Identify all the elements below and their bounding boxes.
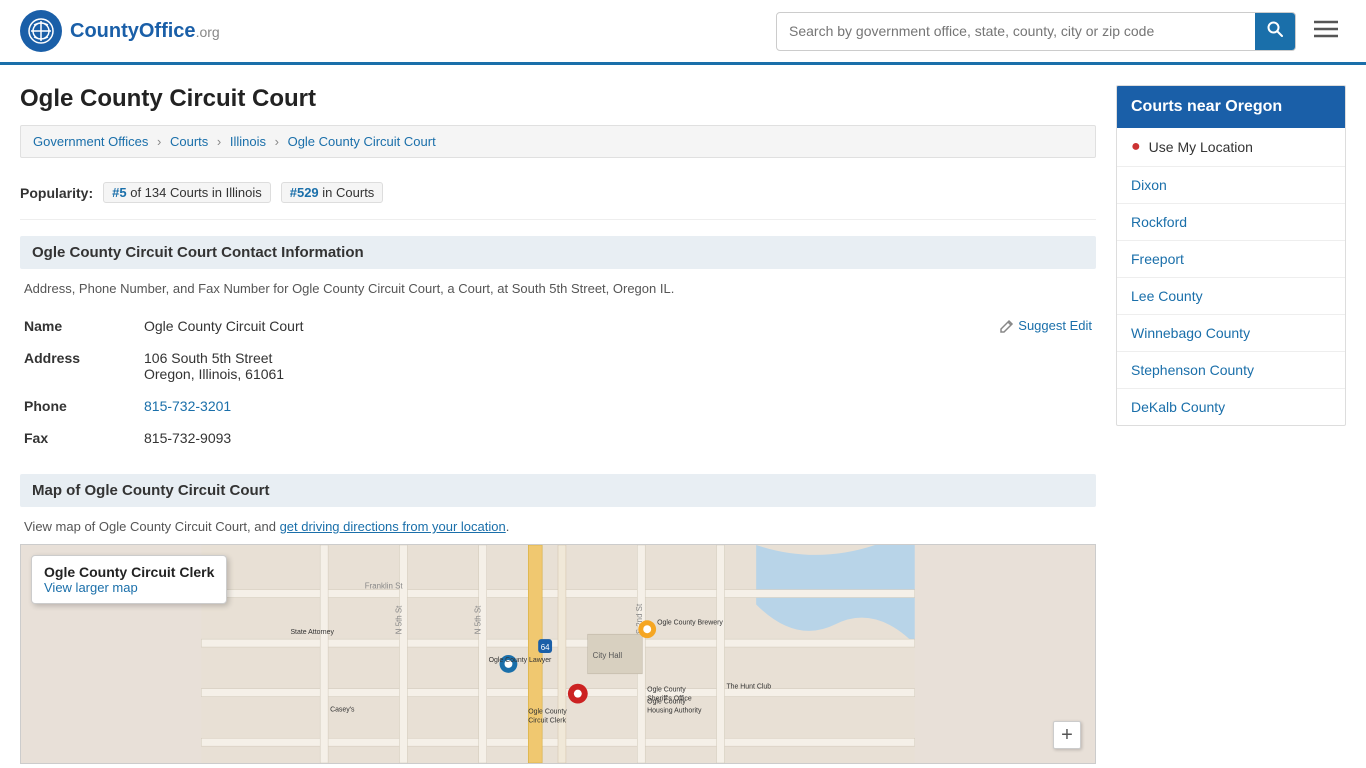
hamburger-menu-button[interactable] bbox=[1306, 14, 1346, 48]
list-item: Winnebago County bbox=[1117, 315, 1345, 352]
address-value: 106 South 5th Street Oregon, Illinois, 6… bbox=[140, 342, 1096, 390]
map-section-header: Map of Ogle County Circuit Court bbox=[20, 474, 1096, 507]
table-row: Phone 815-732-3201 bbox=[20, 390, 1096, 422]
map-description: View map of Ogle County Circuit Court, a… bbox=[20, 519, 1096, 534]
map-container: N 5th St N 5th St S 2nd St Franklin St C… bbox=[20, 544, 1096, 764]
list-item: Freeport bbox=[1117, 241, 1345, 278]
list-item: Stephenson County bbox=[1117, 352, 1345, 389]
breadcrumb-illinois[interactable]: Illinois bbox=[230, 134, 266, 149]
site-header: CountyOffice.org bbox=[0, 0, 1366, 65]
sidebar-item-lee-county[interactable]: Lee County bbox=[1117, 278, 1345, 314]
sidebar-item-stephenson-county[interactable]: Stephenson County bbox=[1117, 352, 1345, 388]
list-item: Lee County bbox=[1117, 278, 1345, 315]
sidebar-box: Courts near Oregon ● Use My Location Dix… bbox=[1116, 85, 1346, 426]
svg-text:Ogle County: Ogle County bbox=[528, 708, 567, 715]
svg-text:State Attorney: State Attorney bbox=[290, 629, 334, 636]
svg-text:Ogle County Lawyer: Ogle County Lawyer bbox=[489, 657, 552, 664]
fax-label: Fax bbox=[20, 422, 140, 454]
map-zoom-button[interactable]: + bbox=[1053, 721, 1081, 749]
sidebar-item-rockford[interactable]: Rockford bbox=[1117, 204, 1345, 240]
svg-text:Ogle County Brewery: Ogle County Brewery bbox=[657, 619, 723, 626]
svg-text:The Hunt Club: The Hunt Club bbox=[726, 684, 771, 691]
use-location-link[interactable]: ● Use My Location bbox=[1117, 128, 1345, 166]
map-tooltip-title: Ogle County Circuit Clerk bbox=[44, 564, 214, 580]
sidebar: Courts near Oregon ● Use My Location Dix… bbox=[1116, 85, 1346, 764]
fax-value: 815-732-9093 bbox=[140, 422, 1096, 454]
sidebar-title: Courts near Oregon bbox=[1117, 86, 1345, 128]
main-content: Ogle County Circuit Court Government Off… bbox=[20, 85, 1096, 764]
svg-text:Ogle County: Ogle County bbox=[647, 687, 686, 694]
phone-value: 815-732-3201 bbox=[140, 390, 1096, 422]
list-item: Rockford bbox=[1117, 204, 1345, 241]
contact-description: Address, Phone Number, and Fax Number fo… bbox=[20, 281, 1096, 296]
svg-text:64: 64 bbox=[541, 643, 550, 652]
popularity-rank1: #5 of 134 Courts in Illinois bbox=[103, 182, 271, 203]
name-label: Name bbox=[20, 310, 140, 342]
sidebar-item-dixon[interactable]: Dixon bbox=[1117, 167, 1345, 203]
contact-section-header: Ogle County Circuit Court Contact Inform… bbox=[20, 236, 1096, 269]
phone-label: Phone bbox=[20, 390, 140, 422]
table-row: Name Ogle County Circuit Court Suggest E… bbox=[20, 310, 1096, 342]
list-item: Dixon bbox=[1117, 167, 1345, 204]
map-tooltip: Ogle County Circuit Clerk View larger ma… bbox=[31, 555, 227, 604]
sidebar-list: ● Use My Location Dixon Rockford bbox=[1117, 128, 1345, 425]
table-row: Address 106 South 5th Street Oregon, Ill… bbox=[20, 342, 1096, 390]
sidebar-item-freeport[interactable]: Freeport bbox=[1117, 241, 1345, 277]
svg-text:Casey's: Casey's bbox=[330, 706, 355, 713]
svg-text:N 5th St: N 5th St bbox=[394, 605, 403, 634]
svg-text:Circuit Clerk: Circuit Clerk bbox=[528, 717, 566, 724]
location-pin-icon: ● bbox=[1131, 138, 1141, 156]
breadcrumb-courts[interactable]: Courts bbox=[170, 134, 208, 149]
popularity-label: Popularity: bbox=[20, 185, 93, 201]
breadcrumb-current[interactable]: Ogle County Circuit Court bbox=[288, 134, 436, 149]
directions-link[interactable]: get driving directions from your locatio… bbox=[280, 519, 506, 534]
search-button[interactable] bbox=[1255, 13, 1295, 50]
contact-info-table: Name Ogle County Circuit Court Suggest E… bbox=[20, 310, 1096, 454]
svg-text:Franklin St: Franklin St bbox=[365, 582, 404, 591]
view-larger-map-link[interactable]: View larger map bbox=[44, 580, 138, 595]
popularity-bar: Popularity: #5 of 134 Courts in Illinois… bbox=[20, 174, 1096, 220]
breadcrumb: Government Offices › Courts › Illinois ›… bbox=[20, 125, 1096, 158]
list-item: DeKalb County bbox=[1117, 389, 1345, 425]
main-wrapper: Ogle County Circuit Court Government Off… bbox=[0, 65, 1366, 764]
page-title: Ogle County Circuit Court bbox=[20, 85, 1096, 113]
sidebar-item-winnebago-county[interactable]: Winnebago County bbox=[1117, 315, 1345, 351]
search-bar bbox=[776, 12, 1296, 51]
list-item: ● Use My Location bbox=[1117, 128, 1345, 167]
table-row: Fax 815-732-9093 bbox=[20, 422, 1096, 454]
header-right bbox=[776, 12, 1346, 51]
breadcrumb-gov-offices[interactable]: Government Offices bbox=[33, 134, 148, 149]
svg-text:Sheriff's Office: Sheriff's Office bbox=[647, 696, 692, 703]
logo-text: CountyOffice.org bbox=[70, 20, 220, 43]
popularity-rank2: #529 in Courts bbox=[281, 182, 384, 203]
logo-icon bbox=[20, 10, 62, 52]
phone-link[interactable]: 815-732-3201 bbox=[144, 398, 231, 414]
logo-area: CountyOffice.org bbox=[20, 10, 220, 52]
address-label: Address bbox=[20, 342, 140, 390]
search-input[interactable] bbox=[777, 15, 1255, 47]
svg-text:Housing Authority: Housing Authority bbox=[647, 707, 702, 714]
name-value: Ogle County Circuit Court Suggest Edit bbox=[140, 310, 1096, 342]
svg-text:City Hall: City Hall bbox=[593, 651, 623, 660]
svg-text:N 5th St: N 5th St bbox=[474, 605, 483, 634]
suggest-edit-link[interactable]: Suggest Edit bbox=[1000, 318, 1092, 333]
sidebar-item-dekalb-county[interactable]: DeKalb County bbox=[1117, 389, 1345, 425]
